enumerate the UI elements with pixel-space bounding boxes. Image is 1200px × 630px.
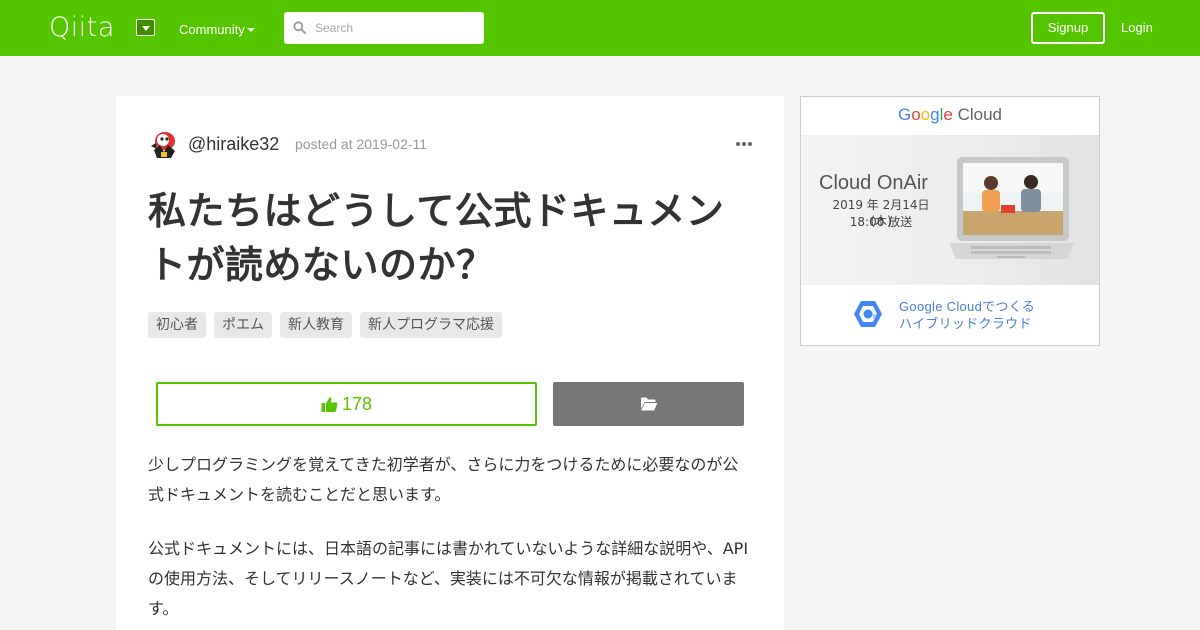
more-options-icon[interactable] — [736, 142, 752, 147]
ad-footer-text: Google Cloudでつくる ハイブリッドクラウド — [899, 298, 1035, 332]
author-name[interactable]: @hiraike32 — [188, 133, 279, 155]
thumbs-up-icon — [321, 396, 338, 412]
folder-open-icon — [640, 397, 657, 411]
article-paragraph: 公式ドキュメントには、日本語の記事には書かれていないような詳細な説明や、APIの… — [148, 539, 749, 618]
google-cloud-hexagon-icon — [854, 301, 882, 327]
like-count: 178 — [341, 393, 373, 414]
laptop-illustration — [949, 157, 1074, 259]
ad-banner: Cloud OnAir 2019 年 2月14日 (木) 18:00 放送 — [801, 135, 1099, 285]
posted-date: posted at 2019-02-11 — [295, 136, 428, 152]
logo-dropdown-icon[interactable] — [136, 19, 155, 36]
login-link[interactable]: Login — [1121, 20, 1153, 36]
tag-item[interactable]: ポエム — [214, 312, 272, 338]
community-menu[interactable]: Community — [179, 22, 245, 38]
tag-item[interactable]: 初心者 — [148, 312, 206, 338]
ad-footer-line: Google Cloudでつくる — [899, 299, 1036, 314]
qiita-logo[interactable]: Qiita — [49, 12, 115, 44]
search-input[interactable] — [284, 12, 484, 44]
ad-time: 18:00 放送 — [849, 215, 913, 229]
tag-list: 初心者 ポエム 新人教育 新人プログラマ応援 — [148, 312, 502, 338]
signup-button[interactable]: Signup — [1031, 12, 1105, 44]
stock-button[interactable] — [553, 382, 744, 426]
google-cloud-ad[interactable]: Google Cloud Cloud OnAir 2019 年 2月14日 (木… — [800, 96, 1100, 346]
like-button[interactable]: 178 — [156, 382, 537, 426]
tag-item[interactable]: 新人教育 — [280, 312, 352, 338]
ad-onair-title: Cloud OnAir — [819, 172, 928, 194]
cloud-wordmark: Cloud — [957, 105, 1003, 124]
google-wordmark: Google — [897, 105, 953, 124]
article-title: 私たちはどうして公式ドキュメントが読めないのか？ — [148, 189, 725, 287]
tag-item[interactable]: 新人プログラマ応援 — [360, 312, 502, 338]
ad-footer-line: ハイブリッドクラウド — [899, 316, 1032, 331]
article-paragraph: 少しプログラミングを覚えてきた初学者が、さらに力をつけるために必要なのが公式ドキ… — [148, 455, 739, 504]
top-nav-bar: Qiita Community Signup Login — [0, 0, 1200, 56]
google-cloud-logo: Google Cloud — [801, 105, 1099, 125]
avatar[interactable] — [148, 128, 180, 160]
chevron-down-icon[interactable] — [247, 28, 255, 32]
